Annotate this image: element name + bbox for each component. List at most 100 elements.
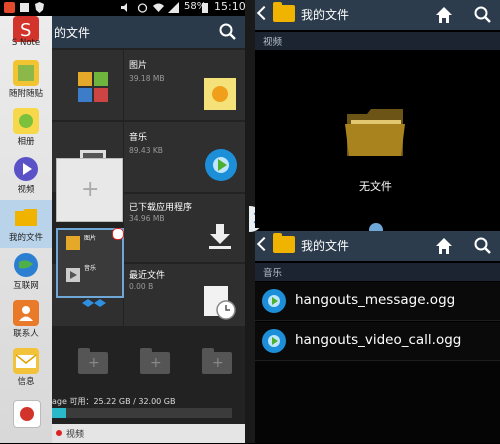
file-row[interactable]: hangouts_message.ogg — [255, 282, 500, 321]
pictures-flower-icon — [204, 78, 236, 110]
drag-preview-label: 音乐 — [84, 265, 97, 272]
bottom-panel-title: 我的文件 — [301, 239, 350, 253]
top-panel-header: 我的文件 — [255, 0, 500, 30]
sidebar-item-internet[interactable]: 互联网 — [0, 248, 52, 296]
category-size: 89.43 KB — [129, 146, 163, 155]
bottom-panel-empty-area — [255, 361, 500, 443]
music-disc-icon — [205, 149, 237, 181]
category-name: 音乐 — [129, 133, 148, 143]
drag-preview[interactable]: 图片 音乐 — [56, 228, 124, 298]
search-icon[interactable] — [218, 22, 238, 42]
category-pictures[interactable]: 图片 39.18 MB — [124, 50, 245, 120]
bottom-strip: 视频 — [52, 424, 245, 443]
mute-icon — [121, 3, 127, 12]
music-file-icon — [262, 329, 286, 353]
sidebar-item-label: 互联网 — [13, 281, 39, 291]
sidebar-item-label: 视频 — [17, 185, 35, 195]
signal-icon — [168, 2, 179, 13]
download-icon — [209, 224, 231, 249]
music-file-icon — [262, 289, 286, 313]
drop-target[interactable]: + — [56, 158, 123, 222]
folder-icon — [273, 233, 295, 253]
sidebar-item-gallery[interactable]: 相册 — [0, 104, 52, 152]
add-folder-slot[interactable]: + — [78, 348, 108, 374]
sidebar-item-label: S Note — [11, 38, 41, 48]
add-folder-slot[interactable]: + — [202, 348, 232, 374]
pictures-icon — [66, 236, 80, 250]
folder-icon — [15, 209, 37, 226]
back-icon[interactable] — [256, 5, 272, 21]
notification-app-icon — [4, 2, 15, 13]
category-size: 0.00 B — [129, 282, 154, 291]
top-panel-title: 我的文件 — [301, 8, 350, 22]
scrapbook-icon — [13, 60, 39, 86]
sidebar-item-label: 联系人 — [13, 329, 39, 339]
empty-folder-icon — [345, 109, 405, 156]
file-name: hangouts_message.ogg — [295, 292, 456, 308]
sidebar-item-scrapbook[interactable]: 随附随贴 — [0, 56, 52, 104]
sidebar-item-label: 相册 — [17, 137, 35, 147]
category-name: 最近文件 — [129, 271, 166, 281]
bottom-panel-section: 音乐 — [255, 263, 500, 281]
sidebar-item-label: 信息 — [17, 377, 35, 387]
video-play-icon — [14, 157, 38, 181]
folder-icon — [273, 2, 295, 22]
add-folder-slot[interactable]: + — [140, 348, 170, 374]
search-icon[interactable] — [473, 5, 493, 25]
clock: 15:10 — [214, 0, 246, 13]
sidebar-item-label: 我的文件 — [8, 233, 43, 243]
category-name: 已下载应用程序 — [129, 203, 193, 213]
sidebar-item-extra[interactable] — [0, 396, 52, 444]
shield-icon — [35, 2, 44, 13]
search-icon[interactable] — [473, 236, 493, 256]
category-name: 图片 — [129, 61, 148, 71]
home-icon[interactable] — [435, 237, 453, 255]
category-size: 39.18 MB — [129, 74, 165, 83]
top-panel-section: 视频 — [255, 32, 500, 50]
home-icon[interactable] — [435, 6, 453, 24]
back-icon[interactable] — [256, 236, 272, 252]
category-thumb-pictures[interactable] — [52, 50, 123, 120]
sidebar-item-video[interactable]: 视频 — [0, 152, 52, 200]
recent-clock-icon — [204, 286, 236, 320]
storage-text: age 可用：25.22 GB / 32.00 GB — [52, 397, 176, 406]
storage-bar-fill — [52, 408, 66, 418]
gallery-icon — [13, 108, 39, 134]
category-size: 34.96 MB — [129, 214, 165, 223]
bottom-panel-header: 我的文件 — [255, 231, 500, 261]
pictures-icon — [78, 72, 108, 102]
drag-preview-label: 图片 — [84, 235, 97, 242]
remove-icon[interactable] — [112, 228, 124, 240]
wifi-icon — [153, 3, 164, 12]
globe-icon — [14, 253, 38, 277]
plus-icon: + — [81, 177, 100, 202]
battery-icon — [202, 3, 208, 13]
contacts-icon — [13, 300, 39, 326]
envelope-icon — [13, 348, 39, 374]
dot-icon — [56, 430, 62, 436]
app-sidebar: S S Note 随附随贴 相册 视频 我的文件 互联网 联系人 信息 — [0, 16, 52, 443]
category-music[interactable]: 音乐 89.43 KB — [124, 122, 245, 192]
sidebar-item-my-files[interactable]: 我的文件 — [0, 200, 52, 248]
plus-icon: + — [88, 355, 100, 371]
sidebar-item-contacts[interactable]: 联系人 — [0, 296, 52, 344]
sidebar-item-label: 随附随贴 — [8, 89, 43, 99]
left-title: 的文件 — [54, 26, 91, 40]
empty-text: 无文件 — [359, 180, 392, 193]
plus-icon: + — [212, 355, 224, 371]
video-icon — [66, 268, 80, 282]
top-panel-body: 无文件 — [255, 50, 500, 228]
sidebar-item-messages[interactable]: 信息 — [0, 344, 52, 392]
section-label: 音乐 — [263, 268, 283, 279]
category-recent-files[interactable]: 最近文件 0.00 B — [124, 264, 245, 326]
plus-icon: + — [150, 355, 162, 371]
message-icon — [20, 3, 29, 12]
alarm-icon — [137, 3, 148, 13]
left-header: 的文件 — [52, 16, 245, 48]
bottom-label: 视频 — [66, 430, 85, 440]
status-bar: 58% 15:10 — [0, 0, 250, 16]
file-row[interactable]: hangouts_video_call.ogg — [255, 322, 500, 361]
app-icon — [13, 400, 41, 428]
storage-bar — [52, 408, 232, 418]
category-downloaded-apps[interactable]: 已下载应用程序 34.96 MB — [124, 194, 245, 262]
